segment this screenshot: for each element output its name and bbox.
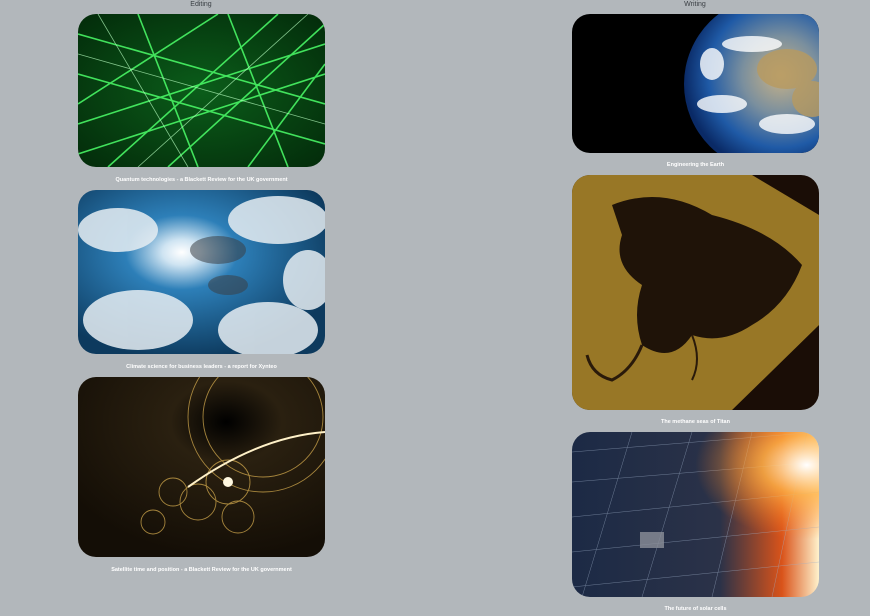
writing-item-earth-caption[interactable]: Engineering the Earth [572,161,819,169]
editing-item-quantum-caption[interactable]: Quantum technologies - a Blackett Review… [78,176,325,184]
editing-item-quantum-image[interactable] [78,14,325,167]
writing-heading: Writing [684,1,706,8]
writing-item-titan-image[interactable] [572,175,819,410]
editing-item-satellite-image[interactable] [78,377,325,557]
editing-item-satellite-caption[interactable]: Satellite time and position - a Blackett… [78,566,325,574]
editing-item-climate-caption[interactable]: Climate science for business leaders - a… [78,363,325,371]
writing-item-solar-image[interactable] [572,432,819,597]
editing-item-climate-image[interactable] [78,190,325,354]
writing-item-titan-caption[interactable]: The methane seas of Titan [572,418,819,426]
writing-item-solar-caption[interactable]: The future of solar cells [572,605,819,613]
writing-item-earth-image[interactable] [572,14,819,153]
editing-heading: Editing [190,1,212,8]
